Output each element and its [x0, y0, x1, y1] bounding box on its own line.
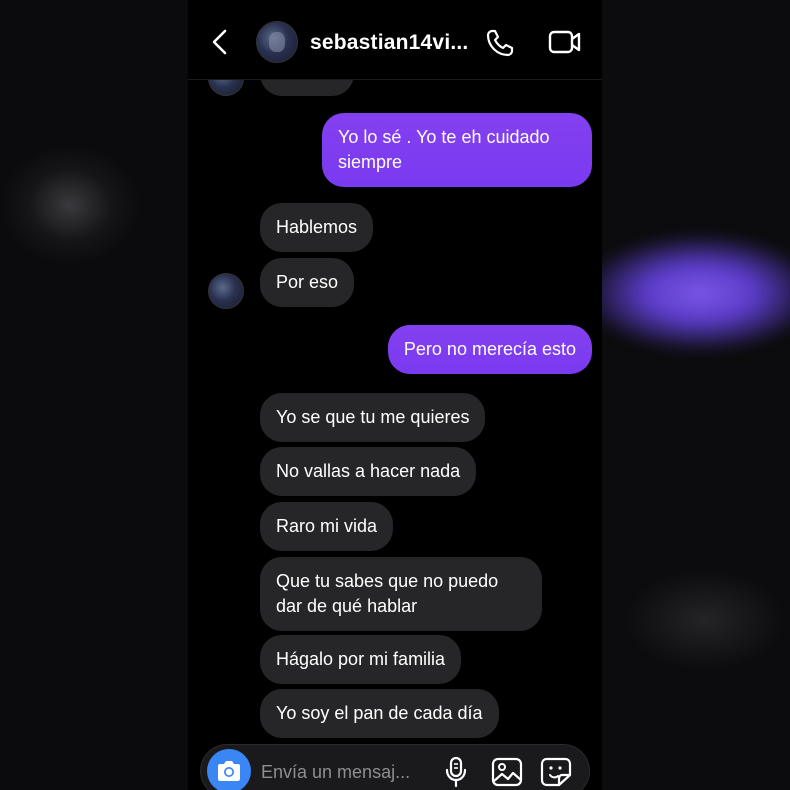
message-input[interactable] [261, 759, 431, 785]
message-text: Yo soy el pan de cada día [276, 703, 483, 723]
message-text: Raro mi vida [276, 516, 378, 536]
message-bubble-incoming[interactable]: Hablemos [260, 203, 374, 252]
message-bubble-outgoing[interactable]: Pero no merecía esto [387, 325, 592, 374]
message-bubble-incoming[interactable]: Yo se que tu me quieres [260, 393, 486, 442]
message-text: Pero no merecía esto [403, 339, 576, 359]
gallery-icon[interactable] [491, 757, 523, 787]
message-bubble-incoming[interactable]: Hágalo por mi familia [260, 635, 462, 684]
sticker-icon[interactable] [540, 757, 572, 787]
phone-icon[interactable] [484, 27, 516, 59]
message-text: Por eso [276, 272, 339, 292]
username[interactable]: sebastian14vi... [310, 31, 468, 55]
chat-screen: sebastian14vi... Yo lo sé . Yo te eh cui… [188, 0, 602, 790]
message-bubble-incoming[interactable]: Raro mi vida [260, 502, 394, 551]
message-bubble-incoming[interactable]: No vallas a hacer nada [260, 447, 477, 496]
message-bubble-outgoing[interactable]: Yo lo sé . Yo te eh cuidado siempre [322, 113, 592, 187]
message-text: Hablemos [276, 217, 358, 237]
message-text: Hágalo por mi familia [276, 649, 446, 669]
message-text: Que tu sabes que no puedo dar de qué hab… [276, 571, 499, 616]
message-text: No vallas a hacer nada [276, 461, 461, 481]
video-camera-icon[interactable] [548, 27, 582, 57]
message-text: Yo lo sé . Yo te eh cuidado siempre [338, 127, 550, 172]
message-bubble-incoming[interactable]: Que tu sabes que no puedo dar de qué hab… [260, 557, 542, 631]
message-text: Yo se que tu me quieres [276, 407, 470, 427]
camera-icon [218, 761, 240, 781]
chat-header: sebastian14vi... [188, 0, 602, 80]
message-thread: Yo lo sé . Yo te eh cuidado siempre Habl… [188, 50, 602, 740]
blurred-background-left [0, 0, 188, 790]
contact-avatar [208, 273, 244, 309]
avatar[interactable] [256, 21, 298, 63]
microphone-icon[interactable] [444, 756, 468, 788]
message-bubble-incoming[interactable]: Por eso [260, 258, 355, 307]
blurred-background-right [600, 0, 790, 790]
message-bubble-incoming[interactable]: Yo soy el pan de cada día [260, 689, 499, 738]
message-composer [200, 744, 590, 790]
back-chevron-icon[interactable] [208, 27, 232, 57]
camera-button[interactable] [207, 749, 251, 790]
